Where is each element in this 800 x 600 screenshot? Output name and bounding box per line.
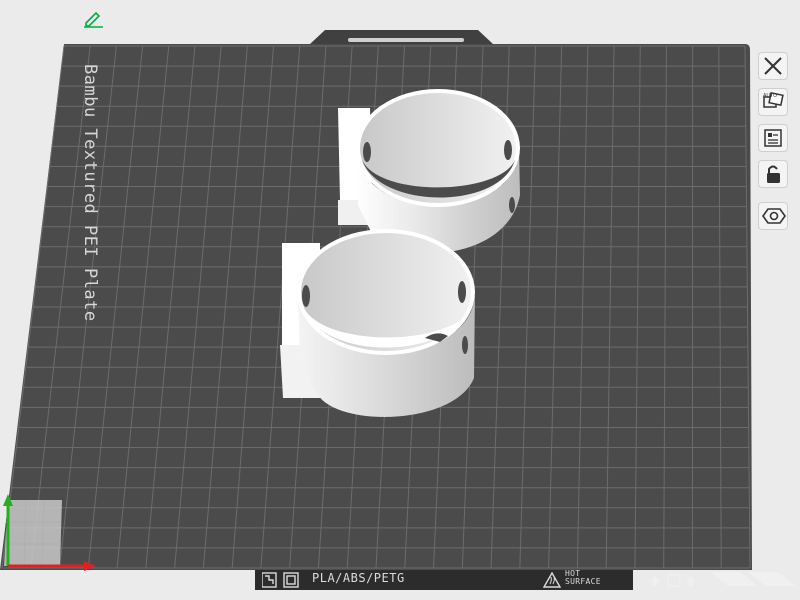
close-icon xyxy=(764,57,782,75)
pencil-icon[interactable] xyxy=(83,10,105,32)
plate-layout-icon xyxy=(764,129,782,147)
hot-surface-label: HOT SURFACE xyxy=(565,570,601,586)
close-plate-button[interactable] xyxy=(758,52,788,80)
auto-arrange-icon: AUTO xyxy=(763,91,784,108)
settings-icon xyxy=(762,208,786,224)
plate-layout-button[interactable] xyxy=(758,124,788,152)
plate-settings-button[interactable] xyxy=(758,202,788,230)
lock-icon xyxy=(767,165,780,183)
auto-arrange-button[interactable]: AUTO xyxy=(758,88,788,116)
svg-text:AUTO: AUTO xyxy=(763,93,777,99)
hot-surface-warning-icon xyxy=(543,572,561,588)
lock-plate-button[interactable] xyxy=(758,160,788,188)
plate-type-icons xyxy=(262,572,299,588)
plate-orientation-icons xyxy=(650,574,696,587)
plate-name-label: Bambu Textured PEI Plate xyxy=(80,64,100,322)
origin-corner xyxy=(4,500,62,566)
3d-viewport[interactable] xyxy=(0,0,800,600)
plate-handle xyxy=(348,38,464,42)
model-object-front[interactable] xyxy=(280,229,475,417)
hot-surface-line2: SURFACE xyxy=(565,577,601,586)
filament-compat-label: PLA/ABS/PETG xyxy=(312,571,405,585)
